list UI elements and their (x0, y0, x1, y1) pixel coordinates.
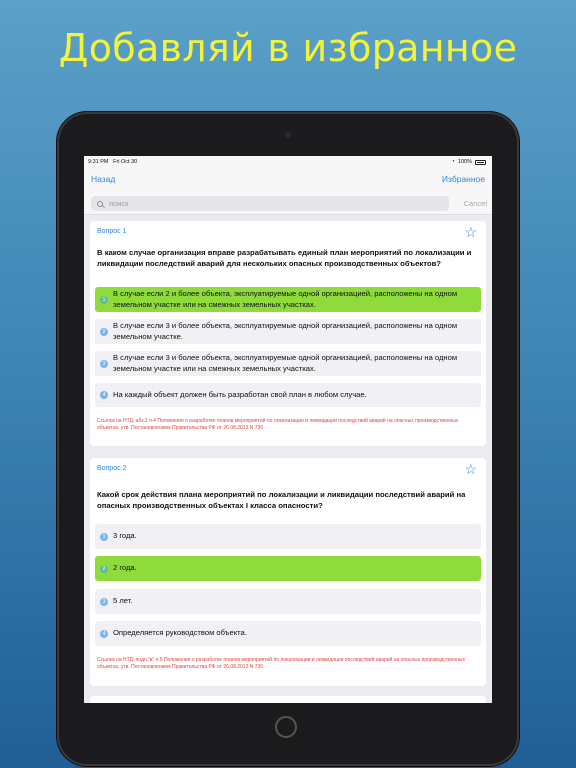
search-bar: Cancel (84, 192, 492, 215)
battery-icon (475, 159, 486, 165)
star-icon[interactable]: ☆ (464, 462, 477, 476)
camera (285, 132, 291, 138)
answer-option[interactable]: 2 В случае если 3 и более объекта, экспл… (95, 319, 481, 344)
answer-number-badge: 3 (100, 359, 108, 368)
question-number: Вопрос 1 (97, 228, 127, 235)
answer-option[interactable]: 1 В случае если 2 и более объекта, экспл… (95, 287, 481, 312)
search-icon (97, 200, 103, 207)
answer-number-badge: 3 (100, 597, 108, 606)
reference-text: Ссылка на НТД: подп."в" п.5 Положения о … (97, 657, 465, 670)
question-card-partial (90, 696, 486, 703)
question-text: В каком случае организация вправе разраб… (97, 248, 472, 268)
answer-text: 5 лет. (113, 596, 133, 606)
tablet-frame: 9:31 PM Fri Oct 30 ◔ 100% Назад Избранно… (57, 112, 519, 766)
app-screen: 9:31 PM Fri Oct 30 ◔ 100% Назад Избранно… (84, 156, 492, 703)
answer-option[interactable]: 2 2 года. (95, 556, 481, 581)
answer-number-badge: 2 (100, 564, 108, 573)
favorites-button[interactable]: Избранное (442, 174, 485, 184)
answer-number-badge: 4 (100, 629, 108, 638)
question-card: Вопрос 1 ☆ В каком случае организация вп… (90, 221, 486, 446)
battery-percent: 100% (457, 159, 472, 165)
answer-text: На каждый объект должен быть разработан … (113, 389, 367, 399)
promo-title: Добавляй в избранное (58, 26, 518, 70)
answer-text: 2 года. (113, 563, 137, 573)
answer-number-badge: 4 (100, 391, 108, 399)
answer-text: В случае если 2 и более объекта, эксплуа… (113, 289, 458, 309)
answer-number-badge: 1 (100, 295, 108, 304)
answer-text: Определяется руководством объекта. (113, 628, 247, 638)
status-time: 9:31 PM (88, 159, 109, 165)
cancel-button[interactable]: Cancel (464, 199, 487, 208)
question-number: Вопрос 2 (97, 465, 127, 472)
answer-option[interactable]: 1 3 года. (95, 524, 481, 549)
answer-option[interactable]: 4 На каждый объект должен быть разработа… (95, 383, 481, 407)
answer-option[interactable]: 3 5 лет. (95, 589, 481, 614)
answer-number-badge: 1 (100, 532, 108, 541)
answer-text: В случае если 3 и более объекта, эксплуа… (113, 321, 458, 341)
search-field[interactable] (91, 196, 449, 211)
question-card: Вопрос 2 ☆ Какой срок действия плана мер… (90, 458, 486, 686)
nav-bar: Назад Избранное (84, 168, 492, 192)
back-button[interactable]: Назад (91, 174, 115, 184)
answer-number-badge: 2 (100, 327, 108, 336)
question-text: Какой срок действия плана мероприятий по… (97, 490, 466, 510)
answer-text: В случае если 3 и более объекта, эксплуа… (113, 353, 458, 373)
status-date: Fri Oct 30 (113, 159, 138, 165)
search-input[interactable] (109, 199, 409, 208)
star-icon[interactable]: ☆ (464, 225, 477, 239)
reference-text: Ссылка на НТД: абз.2 п.4 Положения о раз… (97, 418, 459, 431)
answer-text: 3 года. (113, 531, 137, 541)
status-bar: 9:31 PM Fri Oct 30 ◔ 100% (84, 156, 492, 168)
wifi-icon: ◔ (451, 159, 455, 165)
answer-option[interactable]: 3 В случае если 3 и более объекта, экспл… (95, 351, 481, 376)
answer-option[interactable]: 4 Определяется руководством объекта. (95, 621, 481, 646)
home-button[interactable] (275, 716, 297, 738)
